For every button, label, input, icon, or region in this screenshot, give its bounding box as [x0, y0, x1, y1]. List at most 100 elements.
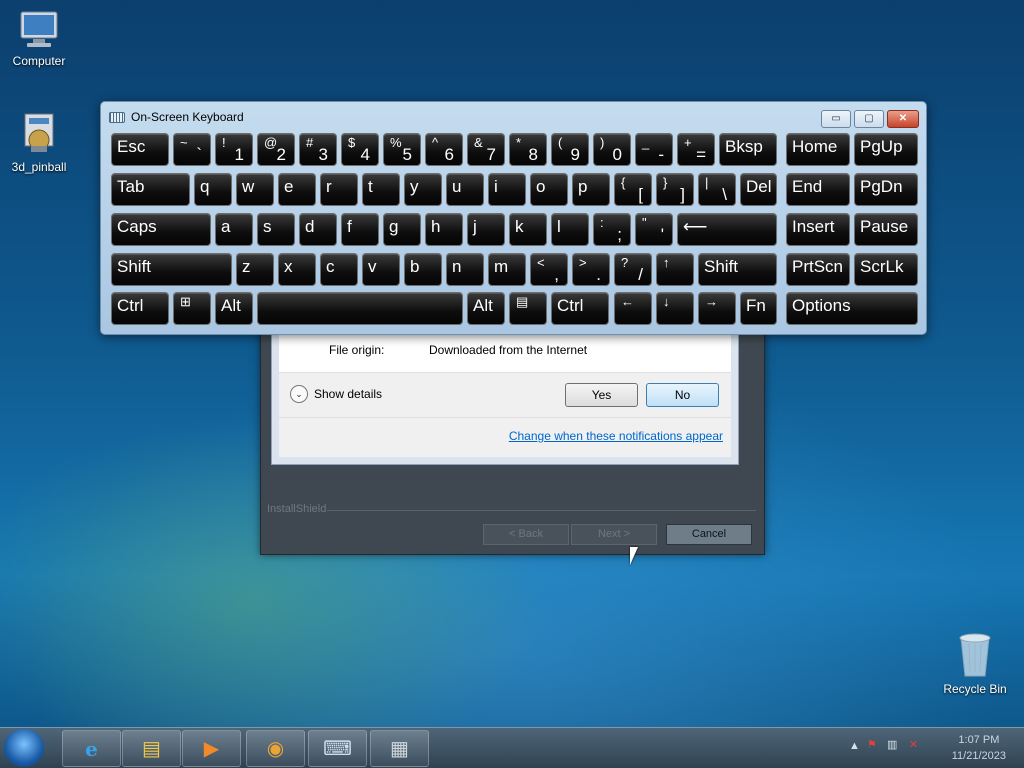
key-tab[interactable]: Tab [111, 173, 190, 206]
file-explorer-icon[interactable]: ▤ [122, 730, 181, 767]
key-k[interactable]: k [509, 213, 547, 246]
key-j[interactable]: j [467, 213, 505, 246]
key-ctrl-right[interactable]: Ctrl [551, 292, 609, 325]
key-t[interactable]: t [362, 173, 400, 206]
key-q[interactable]: q [194, 173, 232, 206]
key-l[interactable]: l [551, 213, 589, 246]
key-backslash[interactable]: | \ [698, 173, 736, 206]
network-icon[interactable]: ▥ [887, 738, 897, 751]
cancel-button[interactable]: Cancel [666, 524, 752, 545]
key-8[interactable]: * 8 [509, 133, 547, 166]
key-pgdn[interactable]: PgDn [854, 173, 918, 206]
desktop-icon-computer[interactable]: Computer [3, 10, 75, 68]
windows-start-icon[interactable] [4, 729, 44, 767]
key-prtscn[interactable]: PrtScn [786, 253, 850, 286]
key-left-arrow[interactable]: ← [614, 292, 652, 325]
key-x[interactable]: x [278, 253, 316, 286]
installer-icon[interactable]: ▦ [370, 730, 429, 767]
key-a[interactable]: a [215, 213, 253, 246]
key-shift-right[interactable]: Shift [698, 253, 777, 286]
key-p[interactable]: p [572, 173, 610, 206]
show-details-toggle[interactable]: ⌄ Show details [290, 385, 382, 403]
show-hidden-icons-icon[interactable]: ▲ [849, 740, 860, 752]
no-button[interactable]: No [646, 383, 719, 407]
key-5[interactable]: % 5 [383, 133, 421, 166]
key-4[interactable]: $4 [341, 133, 379, 166]
key-tilde[interactable]: ~ ` [173, 133, 211, 166]
key-shift-left[interactable]: Shift [111, 253, 232, 286]
key-equals[interactable]: + = [677, 133, 715, 166]
key-z[interactable]: z [236, 253, 274, 286]
media-player-icon[interactable]: ▶ [182, 730, 241, 767]
close-button[interactable]: ✕ [887, 110, 919, 128]
key-alt-left[interactable]: Alt [215, 292, 253, 325]
key-period[interactable]: >. [572, 253, 610, 286]
key-home[interactable]: Home [786, 133, 850, 166]
key-pause[interactable]: Pause [854, 213, 918, 246]
key-space[interactable] [257, 292, 463, 325]
key-ctrl-left[interactable]: Ctrl [111, 292, 169, 325]
key-menu[interactable]: ▤ [509, 292, 547, 325]
clock[interactable]: 1:07 PM 11/21/2023 [952, 732, 1006, 764]
internet-explorer-icon[interactable]: e [62, 730, 121, 767]
action-center-icon[interactable]: ⚑ [867, 738, 877, 751]
key-caps[interactable]: Caps [111, 213, 211, 246]
key-d[interactable]: d [299, 213, 337, 246]
key-7[interactable]: & 7 [467, 133, 505, 166]
yes-button[interactable]: Yes [565, 383, 638, 407]
key-r[interactable]: r [320, 173, 358, 206]
key-b[interactable]: b [404, 253, 442, 286]
key-right-arrow[interactable]: → [698, 292, 736, 325]
key-comma[interactable]: <, [530, 253, 568, 286]
key-2[interactable]: @2 [257, 133, 295, 166]
key-w[interactable]: w [236, 173, 274, 206]
on-screen-keyboard-icon[interactable]: ⌨ [308, 730, 367, 767]
desktop-icon-3d-pinball[interactable]: 3d_pinball [3, 110, 75, 174]
change-notifications-link[interactable]: Change when these notifications appear [509, 429, 723, 443]
key-minus[interactable]: _ - [635, 133, 673, 166]
key-pgup[interactable]: PgUp [854, 133, 918, 166]
key-1[interactable]: ! 1 [215, 133, 253, 166]
key-h[interactable]: h [425, 213, 463, 246]
key-quote[interactable]: " ' [635, 213, 673, 246]
key-c[interactable]: c [320, 253, 358, 286]
key-esc[interactable]: Esc [111, 133, 169, 166]
chrome-icon[interactable]: ◉ [246, 730, 305, 767]
key-s[interactable]: s [257, 213, 295, 246]
key-6[interactable]: ^ 6 [425, 133, 463, 166]
key-alt-right[interactable]: Alt [467, 292, 505, 325]
key-options[interactable]: Options [786, 292, 918, 325]
key-g[interactable]: g [383, 213, 421, 246]
key-fn[interactable]: Fn [740, 292, 777, 325]
key-f[interactable]: f [341, 213, 379, 246]
key-semicolon[interactable]: :; [593, 213, 631, 246]
key-9[interactable]: (9 [551, 133, 589, 166]
key-up-arrow[interactable]: ↑ [656, 253, 694, 286]
key-windows[interactable]: ⊞ [173, 292, 211, 325]
key-left-bracket[interactable]: {[ [614, 173, 652, 206]
key-u[interactable]: u [446, 173, 484, 206]
key-e[interactable]: e [278, 173, 316, 206]
key-right-bracket[interactable]: }] [656, 173, 694, 206]
key-y[interactable]: y [404, 173, 442, 206]
key-v[interactable]: v [362, 253, 400, 286]
key-slash[interactable]: ? / [614, 253, 652, 286]
key-3[interactable]: #3 [299, 133, 337, 166]
restore-button[interactable]: ▢ [854, 110, 884, 128]
key-m[interactable]: m [488, 253, 526, 286]
key-scrlk[interactable]: ScrLk [854, 253, 918, 286]
next-button[interactable]: Next > [571, 524, 657, 545]
volume-muted-icon[interactable]: ✕ [909, 738, 918, 751]
key-down-arrow[interactable]: ↓ [656, 292, 694, 325]
desktop-icon-recycle-bin[interactable]: Recycle Bin [939, 630, 1011, 696]
back-button[interactable]: < Back [483, 524, 569, 545]
key-n[interactable]: n [446, 253, 484, 286]
key-o[interactable]: o [530, 173, 568, 206]
key-i[interactable]: i [488, 173, 526, 206]
key-0[interactable]: ) 0 [593, 133, 631, 166]
key-del[interactable]: Del [740, 173, 777, 206]
minimize-button[interactable]: ▭ [821, 110, 851, 128]
key-insert[interactable]: Insert [786, 213, 850, 246]
key-enter[interactable]: ⟵ [677, 213, 777, 246]
key-end[interactable]: End [786, 173, 850, 206]
